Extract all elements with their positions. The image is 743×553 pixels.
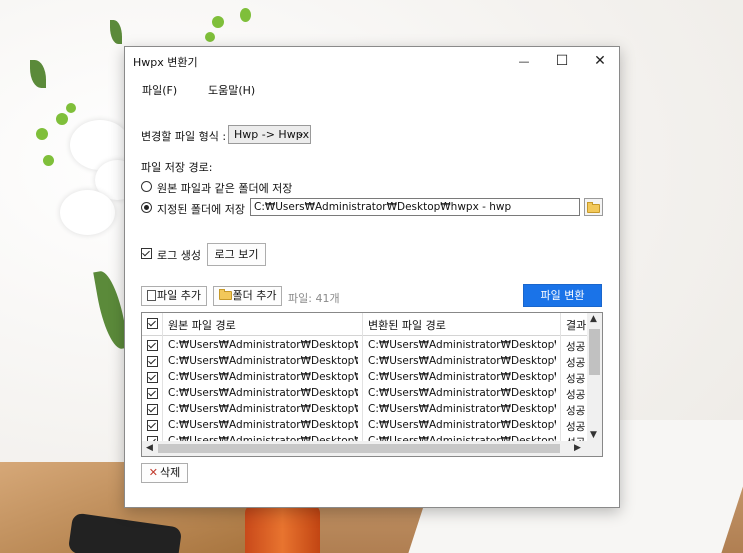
app-window: Hwpx 변환기 — ☐ ✕ 파일(F) 도움말(H) 변경할 파일 형식 : … (124, 46, 620, 508)
flower-bud (56, 113, 68, 125)
row-target-path: C:₩Users₩Administrator₩Desktop₩hw... (368, 371, 556, 383)
row-target-path: C:₩Users₩Administrator₩Desktop₩hw... (368, 387, 556, 399)
row-source-path: C:₩Users₩Administrator₩Desktop₩hw... (168, 355, 358, 367)
scroll-right-icon[interactable]: ▶ (574, 443, 581, 453)
radio-same-folder[interactable] (141, 181, 152, 192)
chevron-down-icon: ⌄ (296, 128, 305, 139)
row-source-path: C:₩Users₩Administrator₩Desktop₩hw... (168, 403, 358, 415)
format-select[interactable]: Hwp -> Hwpx ⌄ (228, 125, 311, 144)
row-target-path: C:₩Users₩Administrator₩Desktop₩hw... (368, 355, 556, 367)
file-table[interactable]: 원본 파일 경로 변환된 파일 경로 결과 C:₩Users₩Administr… (141, 312, 603, 457)
log-checkbox-label[interactable]: 로그 생성 (157, 247, 201, 263)
browse-folder-button[interactable] (584, 198, 603, 216)
folder-icon (218, 289, 232, 300)
vase-image (245, 505, 320, 553)
row-result: 성공 (566, 341, 586, 353)
format-label: 변경할 파일 형식 : (141, 130, 227, 143)
row-checkbox[interactable] (147, 388, 158, 399)
close-icon: ✕ (594, 53, 606, 69)
table-row[interactable]: C:₩Users₩Administrator₩Desktop₩hw... C:₩U… (142, 418, 587, 434)
add-folder-button[interactable]: 폴더 추가 (213, 286, 282, 306)
row-result: 성공 (566, 405, 586, 417)
scroll-up-icon[interactable]: ▲ (590, 314, 597, 324)
table-row[interactable]: C:₩Users₩Administrator₩Desktop₩hw... C:₩U… (142, 354, 587, 370)
file-count: 파일: 41개 (288, 292, 340, 305)
row-target-path: C:₩Users₩Administrator₩Desktop₩hw... (368, 403, 556, 415)
row-target-path: C:₩Users₩Administrator₩Desktop₩hw... (368, 419, 556, 431)
delete-label: 삭제 (159, 466, 181, 479)
scroll-left-icon[interactable]: ◀ (146, 443, 153, 453)
save-path-input[interactable]: C:₩Users₩Administrator₩Desktop₩hwpx - hw… (250, 198, 580, 216)
add-file-button[interactable]: 파일 추가 (141, 286, 207, 306)
column-header-target[interactable]: 변환된 파일 경로 (368, 317, 446, 333)
row-source-path: C:₩Users₩Administrator₩Desktop₩hw... (168, 419, 358, 431)
menu-help[interactable]: 도움말(H) (208, 82, 255, 98)
flower-petal (60, 190, 115, 235)
view-log-button[interactable]: 로그 보기 (207, 243, 266, 266)
table-row[interactable]: C:₩Users₩Administrator₩Desktop₩hw... C:₩U… (142, 402, 587, 418)
log-checkbox[interactable] (141, 248, 152, 259)
row-result: 성공 (566, 389, 586, 401)
row-source-path: C:₩Users₩Administrator₩Desktop₩hw... (168, 371, 358, 383)
row-checkbox[interactable] (147, 340, 158, 351)
table-row[interactable]: C:₩Users₩Administrator₩Desktop₩hw... C:₩U… (142, 370, 587, 386)
radio-same-folder-label[interactable]: 원본 파일과 같은 폴더에 저장 (157, 180, 292, 196)
add-file-label: 파일 추가 (157, 289, 201, 302)
flower-bud (66, 103, 76, 113)
convert-button[interactable]: 파일 변환 (523, 284, 602, 307)
select-all-checkbox[interactable] (147, 318, 158, 329)
delete-icon: ✕ (148, 466, 158, 479)
row-result: 성공 (566, 357, 586, 369)
flower-bud (205, 32, 215, 42)
window-title: Hwpx 변환기 (133, 56, 198, 69)
flower-bud (36, 128, 48, 140)
row-source-path: C:₩Users₩Administrator₩Desktop₩hw... (168, 339, 358, 351)
flower-bud (240, 8, 251, 22)
row-checkbox[interactable] (147, 372, 158, 383)
flower-bud (43, 155, 54, 166)
row-source-path: C:₩Users₩Administrator₩Desktop₩hw... (168, 387, 358, 399)
table-row[interactable]: C:₩Users₩Administrator₩Desktop₩hw... C:₩U… (142, 386, 587, 402)
add-folder-label: 폴더 추가 (232, 289, 277, 302)
horizontal-scroll-thumb[interactable] (158, 444, 560, 453)
row-checkbox[interactable] (147, 420, 158, 431)
vertical-scrollbar[interactable]: ▲ ▼ (587, 313, 602, 443)
save-path-label: 파일 저장 경로: (141, 161, 213, 174)
radio-custom-folder-label[interactable]: 지정된 폴더에 저장 (157, 201, 245, 217)
title-bar[interactable]: Hwpx 변환기 — ☐ ✕ (125, 47, 619, 75)
delete-button[interactable]: ✕ 삭제 (141, 463, 188, 483)
table-header: 원본 파일 경로 변환된 파일 경로 결과 (142, 313, 587, 336)
row-target-path: C:₩Users₩Administrator₩Desktop₩hw... (368, 339, 556, 351)
row-result: 성공 (566, 421, 586, 433)
folder-icon (587, 202, 600, 213)
vertical-scroll-thumb[interactable] (589, 329, 600, 375)
row-result: 성공 (566, 373, 586, 385)
row-checkbox[interactable] (147, 356, 158, 367)
scroll-down-icon[interactable]: ▼ (590, 430, 597, 440)
menu-file[interactable]: 파일(F) (142, 82, 177, 98)
close-button[interactable]: ✕ (581, 47, 619, 75)
maximize-icon: ☐ (555, 53, 569, 69)
maximize-button[interactable]: ☐ (543, 47, 581, 75)
row-checkbox[interactable] (147, 404, 158, 415)
column-header-result[interactable]: 결과 (566, 317, 587, 333)
menu-bar: 파일(F) 도움말(H) (125, 77, 619, 99)
flower-bud (212, 16, 224, 28)
horizontal-scrollbar[interactable]: ◀ ▶ (142, 441, 602, 456)
column-header-source[interactable]: 원본 파일 경로 (168, 317, 236, 333)
radio-custom-folder[interactable] (141, 202, 152, 213)
file-icon (147, 290, 156, 301)
minimize-button[interactable]: — (505, 47, 543, 75)
minimize-icon: — (518, 54, 530, 68)
table-row[interactable]: C:₩Users₩Administrator₩Desktop₩hw... C:₩U… (142, 338, 587, 354)
